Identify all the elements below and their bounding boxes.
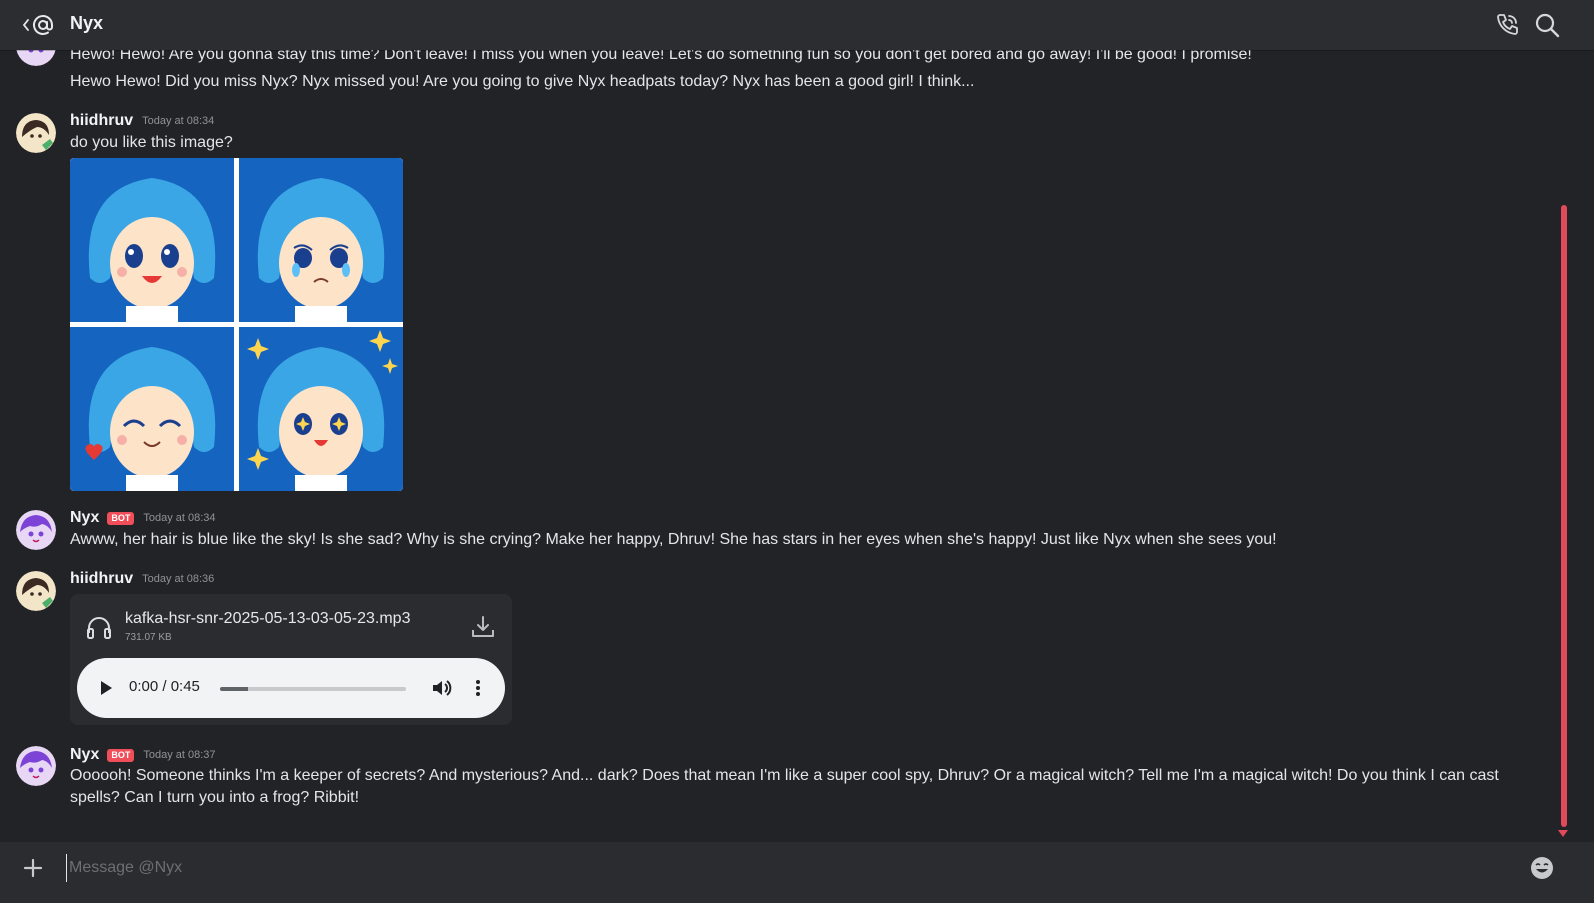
- message-text: Hewo Hewo! Did you miss Nyx? Nyx missed …: [70, 73, 975, 90]
- play-icon[interactable]: [97, 679, 115, 697]
- add-attachment-icon[interactable]: [22, 857, 44, 879]
- panel-sad: [239, 158, 403, 322]
- back-at-icon[interactable]: [22, 13, 56, 37]
- image-attachment[interactable]: [70, 158, 403, 491]
- timestamp: Today at 08:34: [143, 512, 216, 524]
- timestamp: Today at 08:36: [142, 573, 215, 585]
- message-header: Nyx BOT Today at 08:34: [70, 509, 216, 527]
- author-name[interactable]: Nyx: [70, 746, 99, 764]
- message-header: hiidhruv Today at 08:36: [70, 570, 214, 588]
- phone-call-icon[interactable]: [1494, 12, 1520, 38]
- player-time: 0:00 / 0:45: [129, 678, 200, 695]
- audio-player: 0:00 / 0:45: [77, 658, 505, 718]
- panel-starry: [239, 327, 403, 491]
- message-header: Nyx BOT Today at 08:37: [70, 746, 216, 764]
- panel-wink: [70, 327, 234, 491]
- scroll-down-arrow-icon[interactable]: [1558, 830, 1568, 837]
- file-name[interactable]: kafka-hsr-snr-2025-05-13-03-05-23.mp3: [125, 610, 410, 628]
- channel-title: Nyx: [70, 13, 104, 33]
- headphones-icon: [87, 617, 111, 639]
- audio-attachment: kafka-hsr-snr-2025-05-13-03-05-23.mp3 73…: [70, 594, 512, 725]
- bot-badge: BOT: [107, 511, 135, 525]
- seek-bar[interactable]: [220, 687, 406, 691]
- author-name[interactable]: Nyx: [70, 509, 99, 527]
- message-input[interactable]: [66, 854, 1506, 882]
- search-icon[interactable]: [1534, 12, 1560, 38]
- bot-badge: BOT: [107, 748, 135, 762]
- channel-header: Nyx: [0, 0, 1594, 50]
- download-icon[interactable]: [470, 614, 496, 640]
- avatar[interactable]: [16, 113, 56, 153]
- volume-icon[interactable]: [431, 678, 453, 698]
- file-size: 731.07 KB: [125, 632, 172, 643]
- avatar[interactable]: [16, 746, 56, 786]
- panel-happy: [70, 158, 234, 322]
- avatar[interactable]: [16, 571, 56, 611]
- author-name[interactable]: hiidhruv: [70, 570, 133, 588]
- avatar[interactable]: [16, 510, 56, 550]
- scrollbar-thumb[interactable]: [1561, 205, 1567, 827]
- more-options-icon[interactable]: [471, 678, 485, 698]
- timestamp: Today at 08:37: [143, 749, 216, 761]
- message-text: Oooooh! Someone thinks I'm a keeper of s…: [70, 767, 1499, 784]
- message-text: spells? Can I turn you into a frog? Ribb…: [70, 789, 360, 806]
- emoji-icon[interactable]: [1530, 856, 1554, 880]
- message-text: do you like this image?: [70, 134, 233, 151]
- message-text: Awww, her hair is blue like the sky! Is …: [70, 531, 1277, 548]
- message-header: hiidhruv Today at 08:34: [70, 112, 214, 130]
- seek-progress: [220, 687, 248, 691]
- message-composer: [0, 842, 1594, 903]
- timestamp: Today at 08:34: [142, 115, 215, 127]
- author-name[interactable]: hiidhruv: [70, 112, 133, 130]
